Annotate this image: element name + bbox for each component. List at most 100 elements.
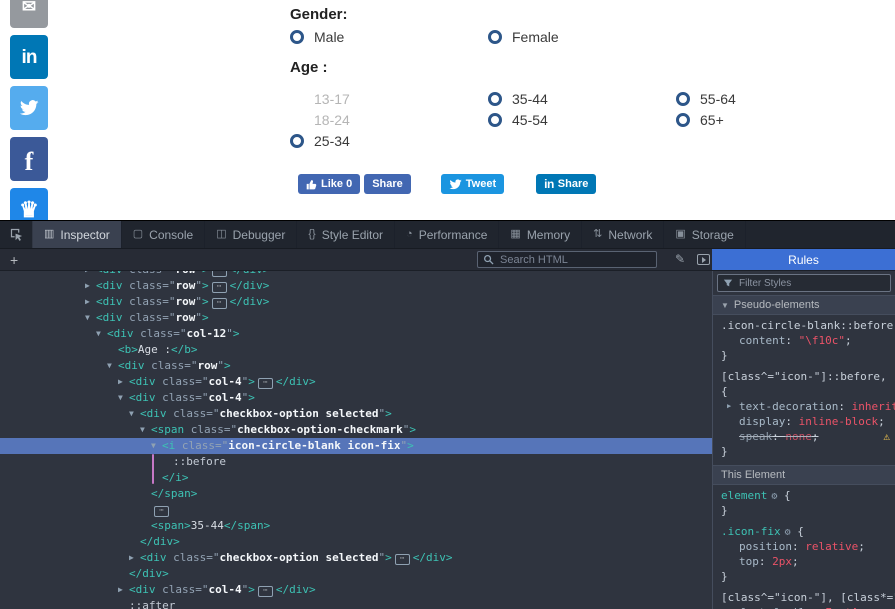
add-node-button[interactable]: + [10,249,18,270]
age-option-55-64[interactable]: 55-64 [676,88,736,109]
radio-icon[interactable] [676,92,690,106]
collapsed-content-badge[interactable]: ⋯ [212,282,227,293]
markup-node[interactable]: </span> [0,486,712,502]
tab-memory[interactable]: ▦Memory [499,221,582,248]
search-box[interactable] [477,251,657,268]
css-selector-line[interactable]: { [713,384,895,399]
markup-node[interactable]: ▶<div class="row">⋯</div> [0,294,712,310]
css-selector-line[interactable]: .icon-fix⚙ { [713,524,895,539]
share-button-facebook[interactable]: f [10,137,48,181]
css-selector-line[interactable]: .icon-circle-blank::before { [713,318,895,333]
twisty-icon[interactable]: ▼ [140,422,151,438]
eyedropper-icon[interactable]: ✎ [675,252,685,266]
css-declaration[interactable]: position: relative; [713,539,895,554]
css-declaration[interactable]: top: 2px; [713,554,895,569]
rules-section-header[interactable]: ▼Pseudo-elements [713,295,895,315]
css-selector-line[interactable]: } [713,348,895,363]
markup-node[interactable]: ▼<div class="checkbox-option selected"> [0,406,712,422]
twisty-icon[interactable]: ▼ [129,406,140,422]
collapsed-content-badge[interactable]: ⋯ [212,271,227,277]
linkedin-share-button[interactable]: in Share [536,174,596,194]
markup-node[interactable]: ▼<div class="col-12"> [0,326,712,342]
markup-node[interactable]: </div> [0,534,712,550]
css-declaration[interactable]: ▶text-decoration: inherit; [713,399,895,414]
twisty-icon[interactable]: ▼ [107,358,118,374]
css-declaration[interactable]: speak: none;⚠ [713,429,895,444]
tab-inspector[interactable]: ▥Inspector [33,221,122,248]
markup-node[interactable]: <b>Age :</b> [0,342,712,358]
css-selector-line[interactable]: } [713,444,895,459]
css-selector-line[interactable]: [class^="icon-"], [class*=" icon-"] { [713,590,895,605]
collapsed-content-badge[interactable]: ⋯ [258,378,273,389]
css-selector-line[interactable]: [class^="icon-"]::before, [class*=" icon… [713,369,895,384]
share-button-email[interactable]: ✉ [10,0,48,28]
tab-style-editor[interactable]: {}Style Editor [297,221,395,248]
filter-styles-input[interactable] [737,277,885,290]
markup-node[interactable]: </i> [0,470,712,486]
tab-console[interactable]: ▢Console [122,221,205,248]
share-button-twitter[interactable] [10,86,48,130]
age-option-65+[interactable]: 65+ [676,109,736,130]
css-declaration[interactable]: font-family: FontAwesome; [713,605,895,609]
tab-network[interactable]: ⇅Network [582,221,664,248]
share-button-linkedin[interactable]: in [10,35,48,79]
search-input[interactable] [498,253,651,267]
markup-node[interactable]: ▶<div class="row">⋯</div> [0,271,712,278]
collapsed-content-badge[interactable]: ⋯ [395,554,410,565]
css-declaration[interactable]: display: inline-block; [713,414,895,429]
twisty-icon[interactable]: ▼ [151,438,162,454]
markup-node[interactable]: ⋯ [0,502,712,518]
markup-node[interactable]: ▼<div class="row"> [0,310,712,326]
gender-option-male[interactable]: Male [290,28,344,45]
rules-section-header[interactable]: This Element [713,465,895,485]
css-selector-line[interactable]: } [713,569,895,584]
markup-node[interactable]: ::after [0,598,712,609]
twisty-icon[interactable]: ▼ [96,326,107,342]
toggle-pane-icon[interactable] [697,254,710,265]
css-selector-line[interactable]: } [713,503,895,518]
tweet-button[interactable]: Tweet [441,174,504,194]
markup-node-selected[interactable]: ▼<i class="icon-circle-blank icon-fix"> [0,438,712,454]
radio-icon[interactable] [290,134,304,148]
twisty-icon[interactable]: ▶ [85,271,96,278]
radio-icon[interactable] [290,30,304,44]
twisty-icon[interactable]: ▼ [85,310,96,326]
twisty-icon[interactable]: ▶ [129,550,140,566]
radio-icon[interactable] [488,113,502,127]
share-button-crown[interactable]: ♛ [10,188,48,220]
twisty-icon[interactable]: ▶ [85,278,96,294]
tab-performance[interactable]: ◔Performance [395,221,499,248]
markup-node[interactable]: ▼<span class="checkbox-option-checkmark"… [0,422,712,438]
radio-icon[interactable] [676,113,690,127]
filter-styles-box[interactable] [717,274,891,292]
radio-icon[interactable] [488,92,502,106]
markup-node[interactable]: ▶<div class="col-4">⋯</div> [0,582,712,598]
markup-node[interactable]: ▶<div class="col-4">⋯</div> [0,374,712,390]
twisty-icon[interactable]: ▶ [118,582,129,598]
markup-node[interactable]: ▼<div class="col-4"> [0,390,712,406]
collapsed-content-badge[interactable]: ⋯ [212,298,227,309]
twisty-icon[interactable]: ▶ [85,294,96,310]
css-selector-line[interactable]: element⚙ { [713,488,895,503]
markup-node[interactable]: ▶<div class="checkbox-option selected">⋯… [0,550,712,566]
tab-debugger[interactable]: ◫Debugger [205,221,297,248]
age-option-45-54[interactable]: 45-54 [488,109,548,130]
css-declaration[interactable]: content: "\f10c"; [713,333,895,348]
markup-node[interactable]: ::before [0,454,712,470]
collapsed-content-badge[interactable]: ⋯ [154,506,169,517]
rules-tab[interactable]: Rules [712,249,895,270]
markup-node[interactable]: </div> [0,566,712,582]
markup-node[interactable]: <span>35-44</span> [0,518,712,534]
twisty-icon[interactable]: ▼ [118,390,129,406]
gender-option-female[interactable]: Female [488,28,559,45]
age-option-25-34[interactable]: 25-34 [290,130,350,151]
tab-storage[interactable]: ▣Storage [664,221,745,248]
collapsed-content-badge[interactable]: ⋯ [258,586,273,597]
markup-node[interactable]: ▼<div class="row"> [0,358,712,374]
radio-icon[interactable] [488,30,502,44]
pick-element-button[interactable] [0,221,33,248]
facebook-share-button[interactable]: Share [364,174,411,194]
markup-node[interactable]: ▶<div class="row">⋯</div> [0,278,712,294]
age-option-35-44[interactable]: 35-44 [488,88,548,109]
twisty-icon[interactable]: ▶ [118,374,129,390]
